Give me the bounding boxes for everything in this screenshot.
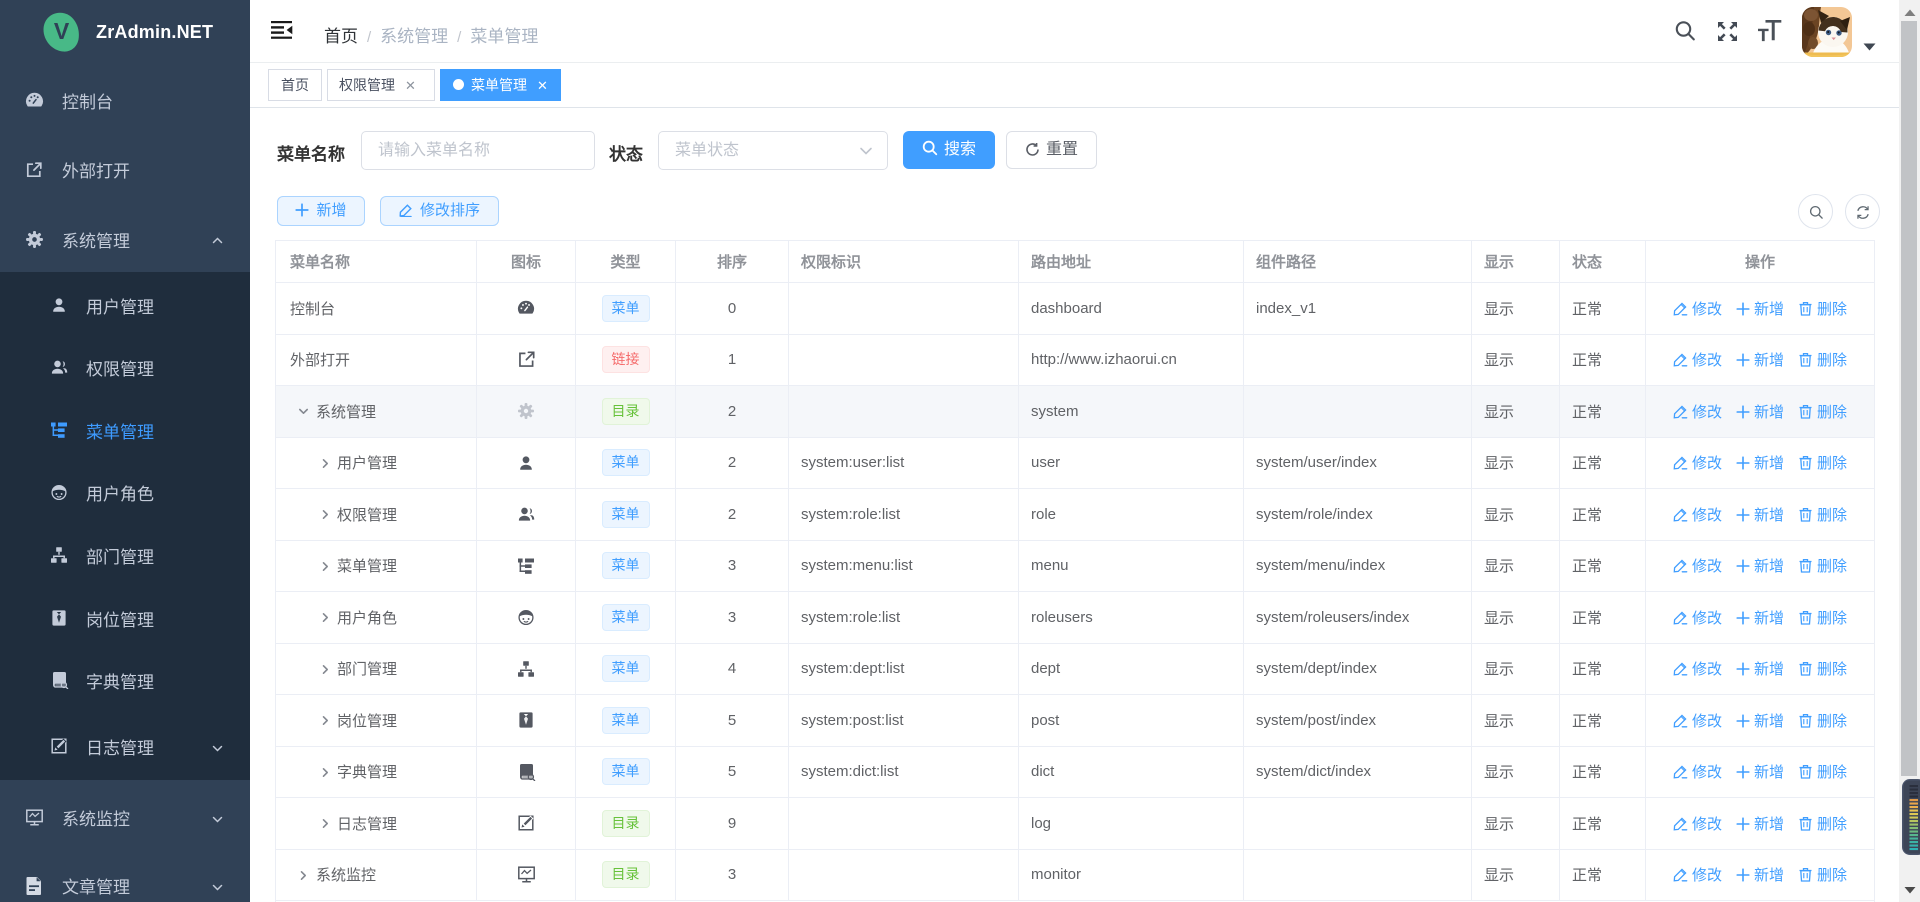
svg-text:V: V	[54, 18, 70, 44]
